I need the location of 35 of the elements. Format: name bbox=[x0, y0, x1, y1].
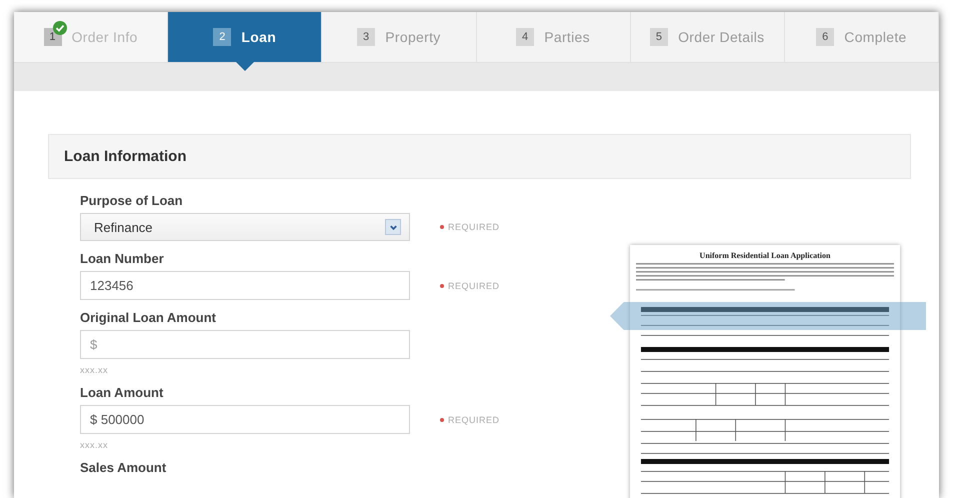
section-title: Loan Information bbox=[64, 148, 186, 165]
step-number: 6 bbox=[816, 28, 834, 46]
step-tab[interactable]: 3 Property bbox=[322, 12, 477, 62]
step-label: Loan bbox=[241, 29, 276, 45]
step-number: 3 bbox=[357, 28, 376, 46]
required-label: REQUIRED bbox=[448, 414, 500, 424]
field-label: Sales Amount bbox=[80, 460, 168, 475]
required-label: REQUIRED bbox=[448, 222, 500, 232]
field-label: Loan Amount bbox=[80, 385, 164, 400]
step-label: Property bbox=[385, 29, 441, 45]
step-label: Order Details bbox=[678, 29, 764, 45]
field-label: Original Loan Amount bbox=[80, 310, 218, 325]
step-number: 5 bbox=[650, 28, 668, 46]
step-tab[interactable]: 5 Order Details bbox=[630, 12, 785, 62]
document-title: Uniform Residential Loan Application bbox=[698, 251, 832, 260]
required-label: REQUIRED bbox=[448, 280, 500, 290]
required-dot-icon bbox=[440, 284, 444, 288]
step-label: Complete bbox=[844, 29, 907, 45]
step-label: Parties bbox=[544, 29, 590, 45]
caret-icon bbox=[385, 219, 401, 235]
input-field[interactable]: 123456 bbox=[80, 271, 410, 300]
dropdown[interactable]: Refinance bbox=[80, 213, 410, 241]
step-tab[interactable]: 6 Complete bbox=[784, 12, 939, 62]
input-field[interactable]: $ bbox=[80, 330, 410, 359]
step-label: Order Info bbox=[72, 29, 138, 45]
input-field[interactable]: $ 500000 bbox=[80, 405, 410, 434]
format-hint: xxx.xx bbox=[80, 365, 110, 375]
required-dot-icon bbox=[440, 418, 444, 422]
field-label: Loan Number bbox=[80, 251, 165, 266]
step-number: 4 bbox=[516, 28, 534, 46]
step-number: 2 bbox=[213, 28, 232, 46]
step-tab[interactable]: 4 Parties bbox=[476, 12, 631, 62]
required-dot-icon bbox=[440, 225, 444, 229]
field-label: Purpose of Loan bbox=[80, 193, 184, 208]
format-hint: xxx.xx bbox=[80, 440, 110, 450]
